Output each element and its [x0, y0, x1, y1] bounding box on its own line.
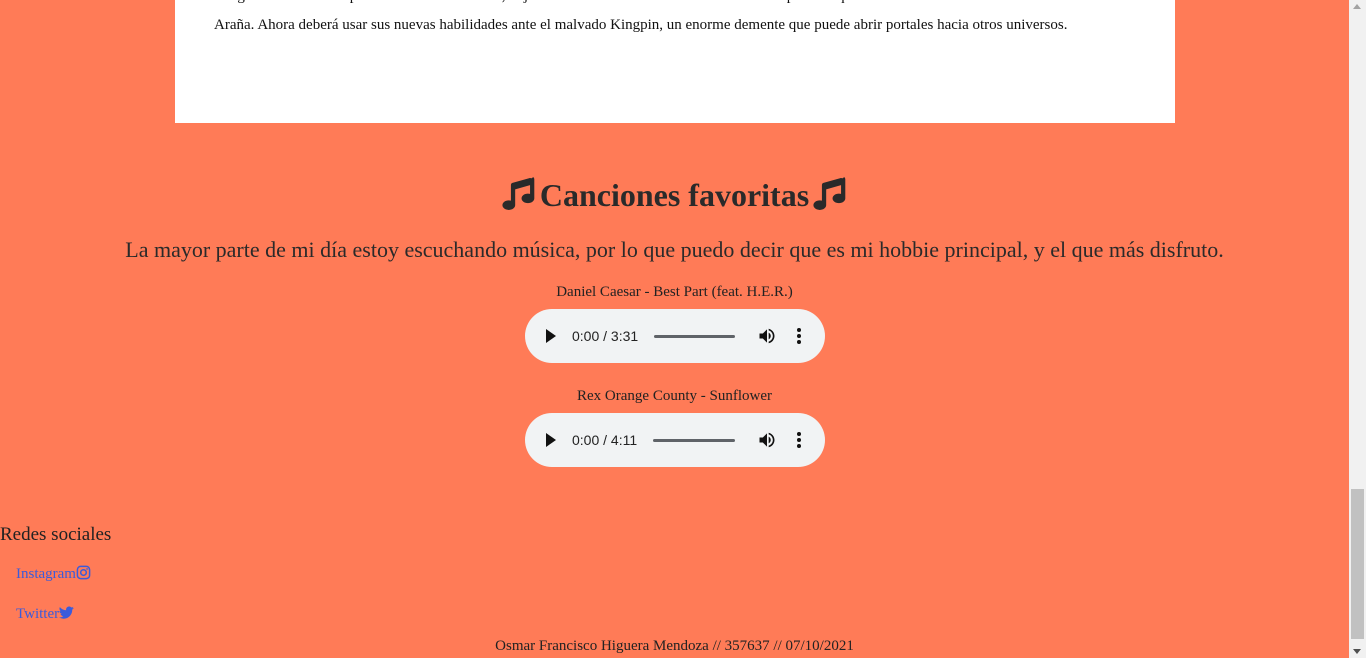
instagram-link[interactable]: Instagram [16, 564, 91, 584]
audio-time: 0:00 / 4:11 [572, 432, 638, 448]
twitter-link-label: Twitter [16, 606, 60, 622]
songs-section-title: Canciones favoritas [0, 174, 1349, 216]
volume-icon[interactable] [757, 326, 777, 346]
scroll-down-arrow-icon[interactable] [1353, 649, 1361, 654]
play-icon[interactable] [545, 431, 557, 449]
audio-player[interactable]: 0:00 / 3:31 [525, 309, 825, 363]
audio-seek-bar[interactable] [654, 335, 735, 338]
music-note-icon [502, 177, 535, 210]
instagram-icon [76, 565, 91, 580]
footer-text: Osmar Francisco Higuera Mendoza // 35763… [495, 638, 854, 654]
songs-intro: La mayor parte de mi día estoy escuchand… [125, 237, 1224, 262]
instagram-link-label: Instagram [16, 566, 76, 582]
song-title: Rex Orange County - Sunflower [577, 388, 772, 404]
twitter-icon [58, 606, 74, 619]
scrollbar[interactable] [1349, 0, 1366, 658]
scrollbar-thumb[interactable] [1351, 489, 1364, 639]
audio-time: 0:00 / 3:31 [572, 328, 639, 344]
songs-title-text: Canciones favoritas [539, 177, 810, 213]
more-options-icon[interactable] [793, 430, 805, 450]
volume-icon[interactable] [757, 430, 777, 450]
more-options-icon[interactable] [793, 326, 805, 346]
scroll-up-arrow-icon[interactable] [1353, 4, 1361, 9]
music-note-icon [813, 177, 846, 210]
audio-seek-bar[interactable] [653, 439, 735, 442]
social-title: Redes sociales [0, 524, 112, 545]
play-icon[interactable] [545, 327, 557, 345]
audio-player[interactable]: 0:00 / 4:11 [525, 413, 825, 467]
movie-description-card: Luego de ser mordido por una araña radio… [175, 0, 1175, 123]
song-title: Daniel Caesar - Best Part (feat. H.E.R.) [556, 284, 793, 300]
movie-description-line: Araña. Ahora deberá usar sus nuevas habi… [214, 17, 1068, 33]
movie-description-line: Luego de ser mordido por una araña radio… [214, 0, 1144, 8]
page: Luego de ser mordido por una araña radio… [0, 0, 1349, 658]
twitter-link[interactable]: Twitter [16, 604, 74, 624]
